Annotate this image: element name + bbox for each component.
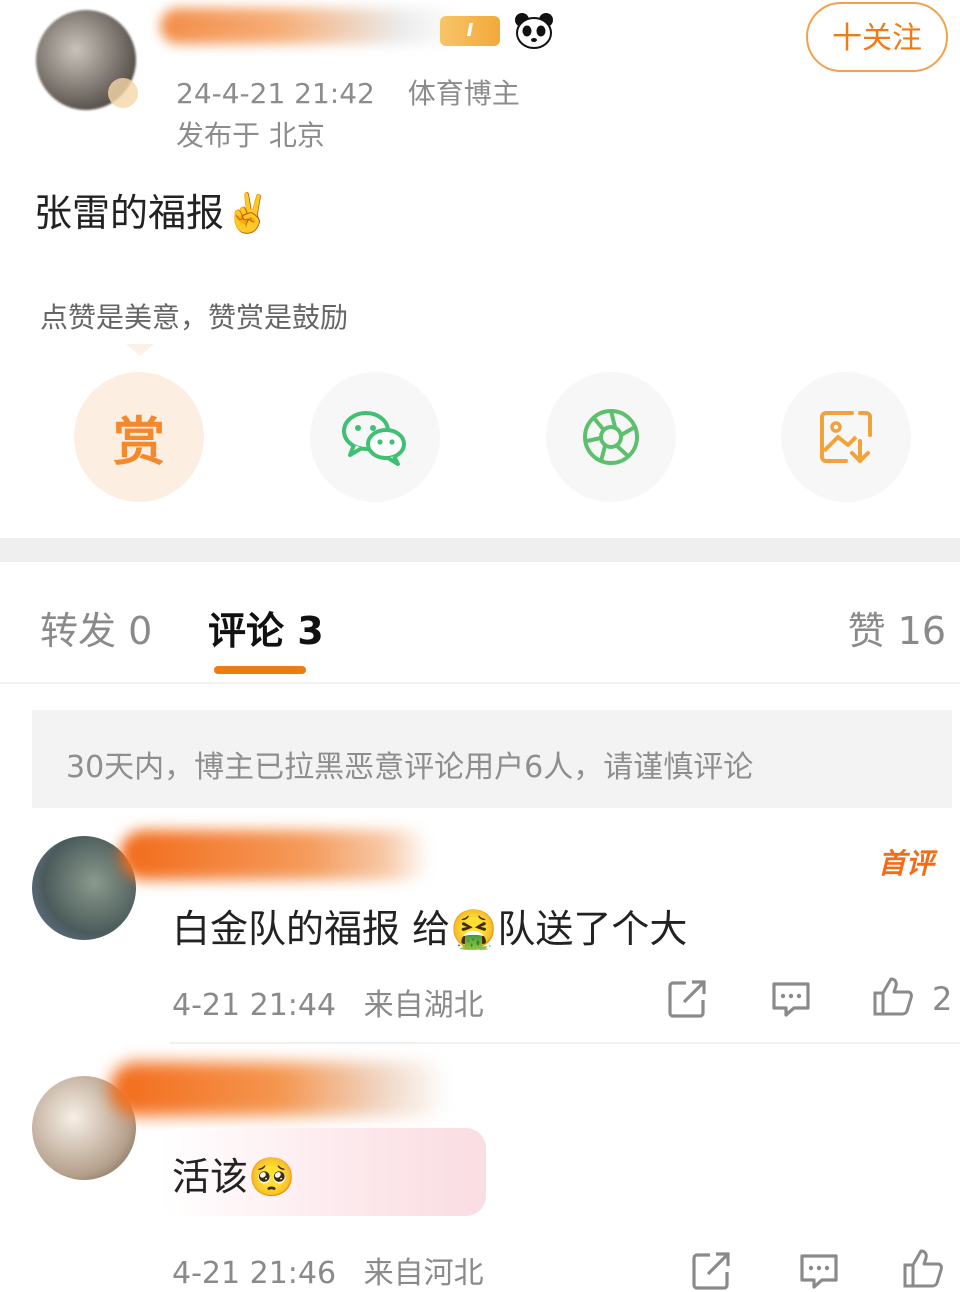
post-location: 发布于 北京 xyxy=(176,119,325,152)
author-name-redacted[interactable] xyxy=(160,8,460,44)
level-badge: I xyxy=(440,16,500,46)
comment-meta: 4-21 21:46 来自河北 xyxy=(172,1248,484,1292)
comment-icon[interactable] xyxy=(770,978,812,1020)
verified-badge-icon xyxy=(108,78,138,108)
share-icon[interactable] xyxy=(690,1250,732,1292)
section-divider xyxy=(0,538,960,562)
comment-time: 4-21 21:46 xyxy=(172,1256,337,1291)
comment-icon[interactable] xyxy=(798,1250,840,1292)
tabs-divider xyxy=(0,682,960,684)
tab-repost[interactable]: 转发 0 xyxy=(40,600,152,655)
notice-text: 30天内，博主已拉黑恶意评论用户6人，请谨慎评论 xyxy=(66,750,754,785)
wechat-icon xyxy=(342,411,406,466)
reward-hint: 点赞是美意，赞赏是鼓励 xyxy=(40,301,349,334)
like-icon[interactable] xyxy=(902,1248,944,1290)
first-comment-badge: 首评 xyxy=(878,847,935,880)
moments-icon xyxy=(583,409,639,465)
like-icon[interactable] xyxy=(872,976,914,1018)
comment-time: 4-21 21:44 xyxy=(172,988,337,1023)
panda-icon xyxy=(515,13,553,49)
moments-share-button[interactable] xyxy=(546,372,676,502)
save-image-icon xyxy=(820,411,872,463)
comment-location: 来自湖北 xyxy=(363,988,484,1023)
tab-comment[interactable]: 评论 3 xyxy=(208,600,324,655)
follow-button[interactable]: 十关注 xyxy=(806,2,948,72)
post-time: 24-4-21 21:42 xyxy=(176,77,375,110)
active-tab-indicator xyxy=(214,666,306,674)
reward-label: 赏 xyxy=(112,412,165,473)
comment-meta: 4-21 21:44 来自湖北 xyxy=(172,980,484,1024)
save-image-button[interactable] xyxy=(781,372,911,502)
commenter-name-redacted[interactable] xyxy=(110,1062,450,1116)
comment-text[interactable]: 活该🥺 xyxy=(172,1146,295,1201)
hint-arrow xyxy=(126,344,154,356)
share-icon[interactable] xyxy=(666,978,708,1020)
like-count: 2 xyxy=(932,980,953,1018)
post-text[interactable]: 张雷的福报✌️ xyxy=(34,182,271,237)
comment-text[interactable]: 白金队的福报 给🤮队送了个大 xyxy=(172,898,687,953)
post-role: 体育博主 xyxy=(407,77,520,110)
comment-divider xyxy=(170,1042,960,1044)
wechat-share-button[interactable] xyxy=(310,372,440,502)
comment-location: 来自河北 xyxy=(363,1256,484,1291)
post-meta: 24-4-21 21:42 体育博主 xyxy=(176,72,520,112)
commenter-name-redacted[interactable] xyxy=(120,830,430,880)
tab-like[interactable]: 赞 16 xyxy=(848,600,946,655)
reward-button[interactable]: 赏 xyxy=(74,372,204,502)
